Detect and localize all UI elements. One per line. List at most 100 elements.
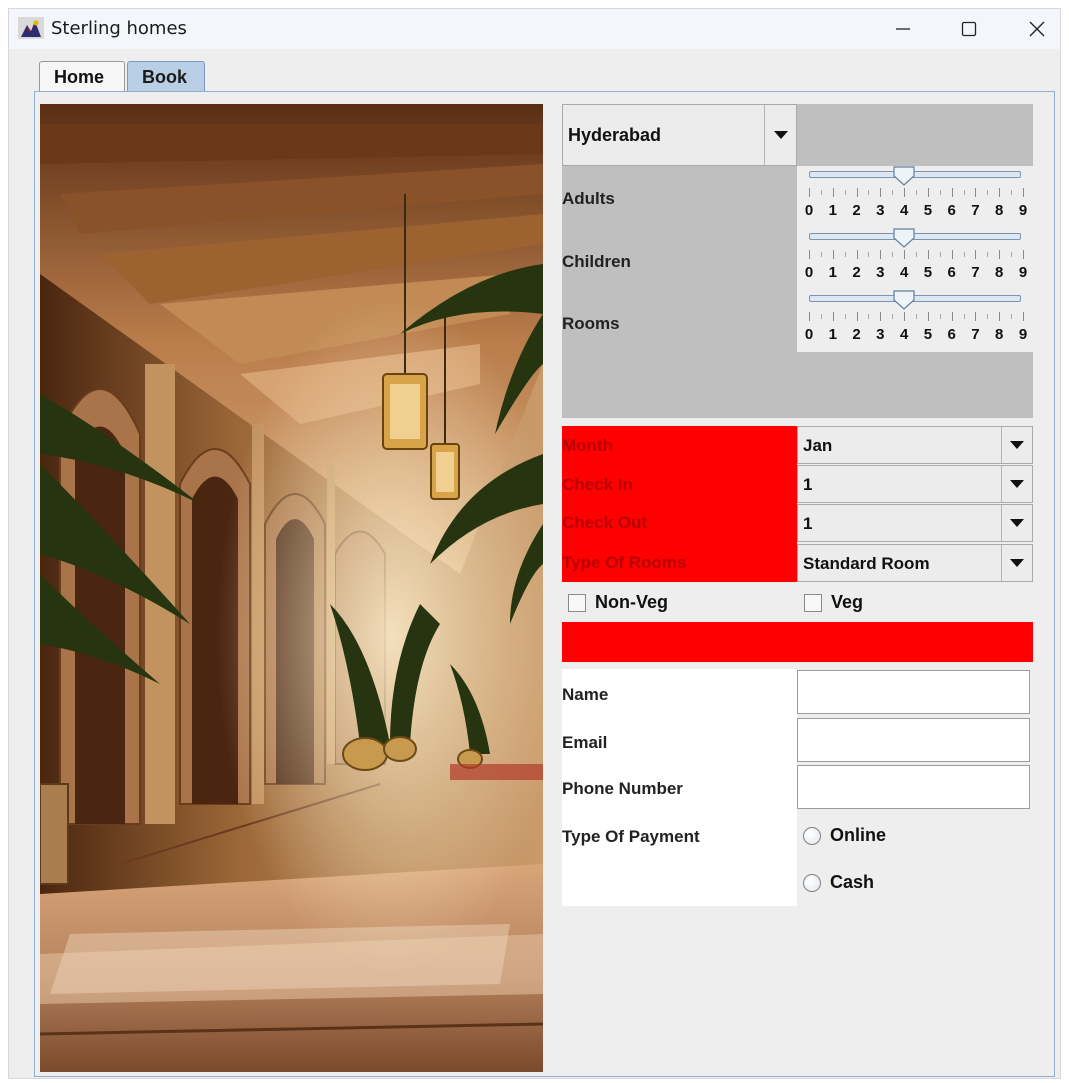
- month-select-arrow[interactable]: [1001, 427, 1032, 463]
- room-type-select-value: Standard Room: [803, 554, 930, 573]
- slider-tick: [1023, 188, 1024, 197]
- email-field[interactable]: [797, 718, 1030, 762]
- slider-tick-label: 7: [971, 264, 980, 281]
- slider-tick-label: 2: [852, 202, 861, 219]
- slider-tick-label: 6: [947, 326, 956, 343]
- minimize-button[interactable]: [880, 13, 926, 45]
- rooms-slider[interactable]: 0123456789: [797, 290, 1033, 352]
- slider-tick-label: 9: [1018, 264, 1028, 281]
- email-label: Email: [562, 733, 608, 752]
- cash-radio[interactable]: [803, 874, 821, 892]
- maximize-button[interactable]: [946, 13, 992, 45]
- rooms-label: Rooms: [562, 314, 620, 333]
- slider-minor-tick: [939, 252, 941, 257]
- slider-tick: [809, 250, 810, 259]
- slider-minor-tick: [987, 314, 989, 319]
- cash-label: Cash: [830, 872, 875, 892]
- name-field[interactable]: [797, 670, 1030, 714]
- check-out-label: Check Out: [562, 513, 648, 532]
- tab-book[interactable]: Book: [127, 61, 205, 93]
- room-type-select-arrow[interactable]: [1001, 545, 1032, 581]
- slider-tick-label: 4: [899, 264, 909, 281]
- slider-tick: [927, 250, 929, 259]
- city-select-value: Hyderabad: [568, 125, 662, 145]
- slider-tick-label: 0: [804, 264, 814, 281]
- slider-minor-tick: [844, 314, 846, 319]
- tab-home[interactable]: Home: [39, 61, 125, 93]
- phone-number-field[interactable]: [797, 765, 1030, 809]
- check-out-select-arrow[interactable]: [1001, 505, 1032, 541]
- minimize-icon: [896, 28, 910, 30]
- chevron-down-icon: [1010, 519, 1024, 527]
- veg-checkbox[interactable]: [804, 594, 822, 612]
- slider-tick: [975, 312, 977, 321]
- slider-tick: [927, 188, 929, 197]
- date-selection-panel: Month Check In Check Out Type Of Rooms: [562, 426, 797, 582]
- slider-tick-label: 8: [995, 202, 1004, 219]
- check-in-select-arrow[interactable]: [1001, 466, 1032, 502]
- adults-slider[interactable]: 0123456789: [797, 166, 1033, 228]
- slider-tick-label: 4: [899, 326, 909, 343]
- slider-tick-label: 9: [1018, 202, 1028, 219]
- non-veg-checkbox[interactable]: [568, 594, 586, 612]
- slider-tick-label: 6: [947, 202, 956, 219]
- slider-tick-label: 4: [899, 202, 909, 219]
- slider-tick-label: 6: [947, 264, 956, 281]
- slider-tick: [999, 312, 1001, 321]
- app-window: Sterling homes Home Book Hyderabad Adult…: [8, 8, 1061, 1079]
- slider-minor-tick: [1011, 314, 1013, 319]
- slider-tick-label: 3: [876, 202, 885, 219]
- slider-minor-tick: [916, 252, 917, 257]
- slider-minor-tick: [939, 190, 941, 195]
- city-select-arrow[interactable]: [764, 105, 796, 165]
- month-label: Month: [562, 436, 613, 455]
- close-button[interactable]: [1014, 13, 1060, 45]
- slider-minor-tick: [963, 252, 965, 257]
- slider-tick: [951, 312, 953, 321]
- java-app-icon: [18, 17, 44, 39]
- slider-minor-tick: [868, 314, 870, 319]
- slider-thumb[interactable]: [893, 228, 915, 253]
- city-select[interactable]: Hyderabad: [562, 104, 797, 166]
- check-in-select[interactable]: 1: [797, 465, 1033, 503]
- hotel-lobby-image: [40, 104, 543, 1072]
- slider-tick: [951, 250, 953, 259]
- slider-tick-label: 5: [923, 264, 933, 281]
- slider-minor-tick: [844, 190, 846, 195]
- month-select-value: Jan: [803, 436, 833, 455]
- room-type-select[interactable]: Standard Room: [797, 544, 1033, 582]
- slider-minor-tick: [1011, 252, 1013, 257]
- check-in-select-value: 1: [803, 475, 813, 494]
- title-bar[interactable]: Sterling homes: [9, 9, 1060, 49]
- online-radio[interactable]: [803, 827, 821, 845]
- slider-tick-label: 9: [1018, 326, 1028, 343]
- slider-tick: [1023, 312, 1024, 321]
- check-out-select-value: 1: [803, 514, 813, 533]
- children-slider[interactable]: 0123456789: [797, 228, 1033, 290]
- check-out-select[interactable]: 1: [797, 504, 1033, 542]
- chevron-down-icon: [1010, 441, 1024, 449]
- slider-minor-tick: [987, 252, 989, 257]
- slider-tick: [832, 250, 834, 259]
- chevron-down-icon: [773, 131, 788, 139]
- slider-minor-tick: [820, 190, 822, 195]
- slider-tick: [809, 312, 810, 321]
- slider-minor-tick: [868, 190, 870, 195]
- slider-minor-tick: [868, 252, 870, 257]
- slider-tick-label: 3: [876, 326, 885, 343]
- check-in-label: Check In: [562, 475, 633, 494]
- slider-tick: [856, 250, 858, 259]
- slider-thumb[interactable]: [893, 166, 915, 191]
- slider-tick: [1023, 250, 1024, 259]
- window-title: Sterling homes: [51, 18, 187, 39]
- slider-tick: [880, 250, 882, 259]
- slider-thumb[interactable]: [893, 290, 915, 315]
- month-select[interactable]: Jan: [797, 426, 1033, 464]
- slider-tick-label: 1: [828, 326, 837, 343]
- slider-tick: [927, 312, 929, 321]
- guest-details-panel: Name Email Phone Number Type Of Payment: [562, 669, 797, 906]
- slider-tick-label: 2: [852, 264, 861, 281]
- slider-minor-tick: [963, 314, 965, 319]
- slider-minor-tick: [916, 190, 917, 195]
- slider-tick-label: 7: [971, 202, 980, 219]
